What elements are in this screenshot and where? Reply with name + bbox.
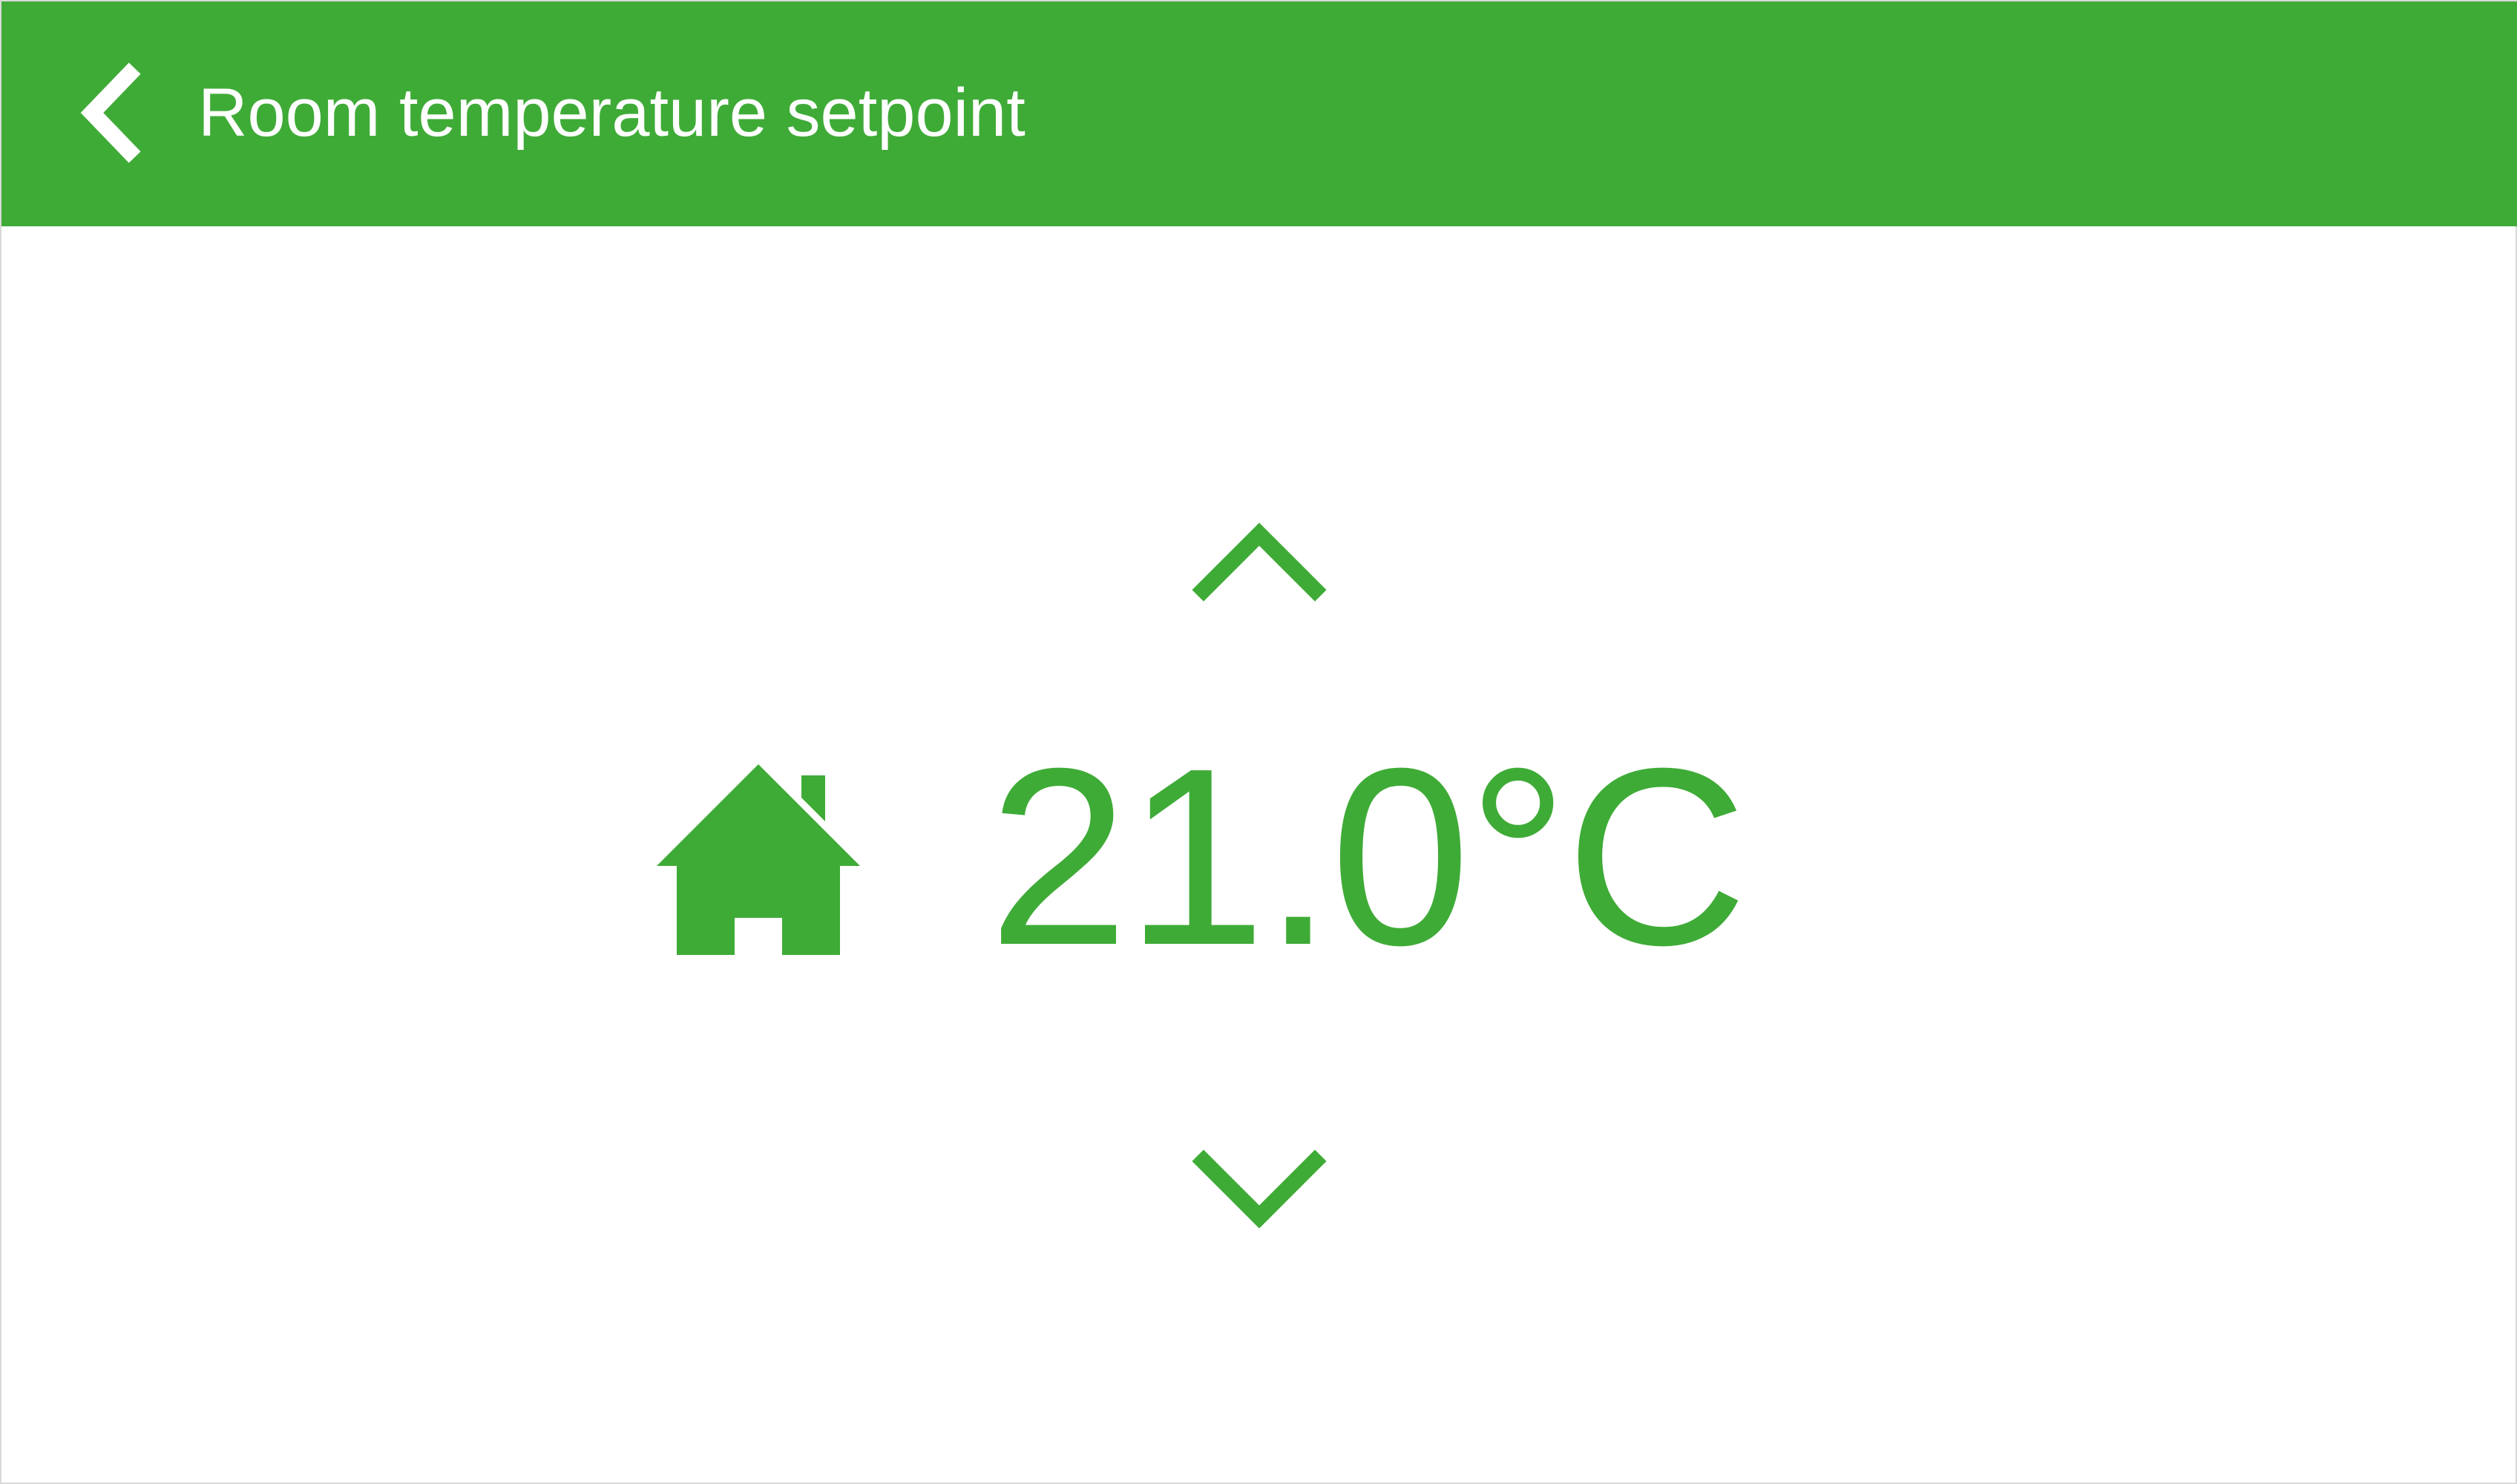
chevron-up-icon [1192, 522, 1327, 602]
chevron-left-icon [80, 62, 141, 163]
thermostat-screen: Room temperature setpoint 21.0°C [0, 0, 2517, 1484]
home-icon [656, 761, 861, 955]
back-button[interactable] [68, 61, 150, 165]
decrease-setpoint-button[interactable] [1189, 1146, 1330, 1243]
setpoint-display: 21.0°C [988, 731, 1748, 983]
setpoint-panel: 21.0°C [1, 226, 2517, 1484]
chevron-down-icon [1192, 1149, 1327, 1229]
setpoint-unit: °C [1467, 716, 1748, 998]
header-bar: Room temperature setpoint [1, 1, 2517, 226]
setpoint-value: 21.0 [988, 716, 1471, 998]
page-title: Room temperature setpoint [198, 75, 1025, 151]
increase-setpoint-button[interactable] [1189, 508, 1330, 605]
